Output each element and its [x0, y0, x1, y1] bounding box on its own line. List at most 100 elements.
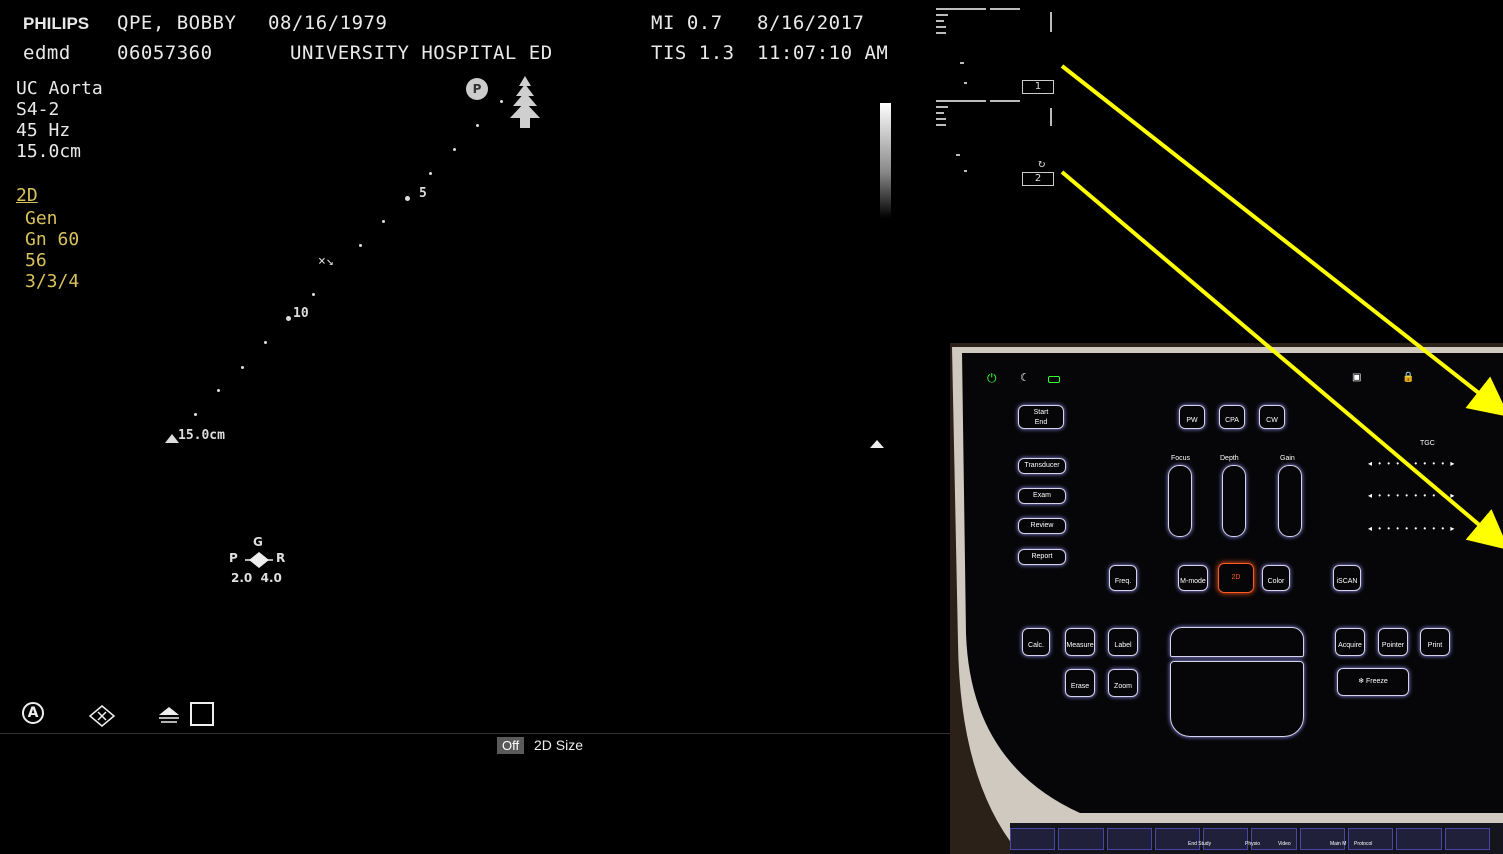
size-toggle-state[interactable]: Off: [497, 737, 525, 754]
label-button-label: Label: [1114, 642, 1132, 649]
mode-label: 2D: [16, 185, 38, 206]
main-m-key[interactable]: Main M: [1330, 841, 1346, 847]
clear-icon[interactable]: [88, 704, 116, 728]
pw-button[interactable]: PW: [1179, 405, 1205, 429]
orientation-values: 2.0 4.0: [231, 571, 282, 585]
freeze-button[interactable]: ❄ Freeze: [1337, 668, 1409, 696]
tgc-row-3[interactable]: ◂ • • • • • • • • ▸: [1368, 524, 1456, 533]
battery-icon: [1048, 376, 1060, 383]
freq-label: Freq.: [1114, 578, 1132, 585]
keyboard-icon[interactable]: ▣: [1352, 372, 1361, 383]
size-toggle-label: 2D Size: [534, 737, 584, 753]
measure-button[interactable]: Measure: [1065, 628, 1095, 656]
video-key[interactable]: Video: [1278, 841, 1291, 847]
depth-dot: [217, 389, 220, 392]
depth-dot-10: [286, 316, 291, 321]
exam-time: 11:07:10 AM: [757, 42, 889, 64]
end-study-key[interactable]: End Study: [1188, 841, 1211, 847]
power-icon[interactable]: ⏻: [987, 371, 997, 386]
trackpad-buttons[interactable]: [1170, 627, 1304, 657]
preset-label: UC Aorta: [16, 78, 103, 99]
report-button[interactable]: Report: [1018, 549, 1066, 565]
depth-dot-5: [405, 196, 410, 201]
auto-icon[interactable]: A: [22, 702, 44, 724]
gain-label: Gn 60: [25, 229, 80, 250]
tgc-row-1[interactable]: ◂ • • • • • • • • ▸: [1368, 459, 1456, 468]
cw-button[interactable]: CW: [1259, 405, 1285, 429]
cpa-button[interactable]: CPA: [1219, 405, 1245, 429]
probe-orientation-badge: P: [466, 78, 488, 100]
depth-dot: [382, 220, 385, 223]
dynamic-range-label: 56: [25, 250, 47, 271]
thumbnail-1-label: 1: [1022, 80, 1054, 94]
focus-cross-icon: ×↘: [318, 254, 334, 269]
lock-icon[interactable]: 🔒: [1402, 372, 1414, 383]
thumbnail-2[interactable]: ↻ 2: [934, 98, 1054, 188]
mi-value: MI 0.7: [651, 12, 723, 34]
zoom-button[interactable]: Zoom: [1108, 669, 1138, 697]
depth-slider-label: Depth: [1220, 455, 1239, 462]
depth-tick-bottom: 15.0cm: [178, 428, 225, 443]
depth-dot: [500, 100, 503, 103]
physio-key[interactable]: Physio: [1245, 841, 1260, 847]
sleep-icon: ☾: [1020, 372, 1030, 384]
twod-button[interactable]: 2D: [1218, 563, 1254, 593]
tgc-row-2[interactable]: ◂ • • • • • • • • ▸: [1368, 491, 1456, 500]
label-button[interactable]: Label: [1108, 628, 1138, 656]
brand-label: PHILIPS: [23, 14, 90, 33]
patient-id: 06057360: [117, 42, 213, 64]
pointer-button[interactable]: Pointer: [1378, 628, 1408, 656]
depth-dot: [241, 366, 244, 369]
depth-dot: [453, 148, 456, 151]
color-button[interactable]: Color: [1262, 565, 1290, 591]
transducer-button[interactable]: Transducer: [1018, 458, 1066, 474]
depth-dot: [359, 244, 362, 247]
acquire-button[interactable]: Acquire: [1335, 628, 1365, 656]
freq-button[interactable]: Freq.: [1109, 565, 1137, 591]
protocol-key[interactable]: Protocol: [1354, 841, 1372, 847]
erase-button[interactable]: Erase: [1065, 669, 1095, 697]
start-end-button[interactable]: Start End: [1018, 405, 1064, 429]
size-toggle[interactable]: Off 2D Size: [497, 737, 584, 754]
square-icon[interactable]: [190, 702, 214, 726]
mmode-label: M-mode: [1180, 578, 1206, 585]
start-end-label: Start End: [1033, 409, 1049, 426]
exam-button[interactable]: Exam: [1018, 488, 1066, 504]
probe-beam-icon: [510, 76, 540, 128]
refresh-icon: ↻: [1038, 156, 1046, 170]
focus-slider-label: Focus: [1171, 455, 1191, 462]
institution: UNIVERSITY HOSPITAL ED: [290, 42, 553, 64]
focus-position-marker[interactable]: [870, 440, 884, 448]
review-button[interactable]: Review: [1018, 518, 1066, 534]
user-label: edmd: [23, 42, 71, 64]
orientation-diamond-icon: [245, 552, 273, 568]
transducer-label: S4-2: [16, 99, 60, 120]
bottom-divider: [0, 733, 950, 734]
calc-button[interactable]: Calc.: [1022, 628, 1050, 656]
erase-label: Erase: [1070, 683, 1090, 690]
orientation-p-label: P: [229, 551, 238, 565]
freeze-label: Freeze: [1366, 678, 1388, 685]
cpa-label: CPA: [1225, 417, 1239, 424]
mmode-button[interactable]: M-mode: [1178, 565, 1208, 591]
print-button[interactable]: Print: [1420, 628, 1450, 656]
gain-slider[interactable]: [1278, 465, 1302, 537]
focus-slider[interactable]: [1168, 465, 1192, 537]
transducer-button-label: Transducer: [1024, 462, 1060, 469]
persistence-label: 3/3/4: [25, 271, 80, 292]
orientation-g-label: G: [253, 535, 263, 549]
thumbnail-1[interactable]: 1: [934, 6, 1054, 96]
depth-dot: [264, 341, 267, 344]
grayscale-bar: [880, 103, 891, 218]
layer-icon[interactable]: [156, 704, 182, 726]
iscan-button[interactable]: iSCAN: [1333, 565, 1361, 591]
orientation-r-label: R: [276, 551, 286, 565]
depth-slider[interactable]: [1222, 465, 1246, 537]
thumbnail-2-label: 2: [1022, 172, 1054, 186]
trackpad[interactable]: [1170, 661, 1304, 737]
calc-label: Calc.: [1028, 642, 1044, 649]
zoom-label: Zoom: [1114, 683, 1132, 690]
depth-dot: [194, 413, 197, 416]
depth-tick-5: 5: [419, 186, 427, 201]
tgc-label: TGC: [1420, 440, 1435, 447]
